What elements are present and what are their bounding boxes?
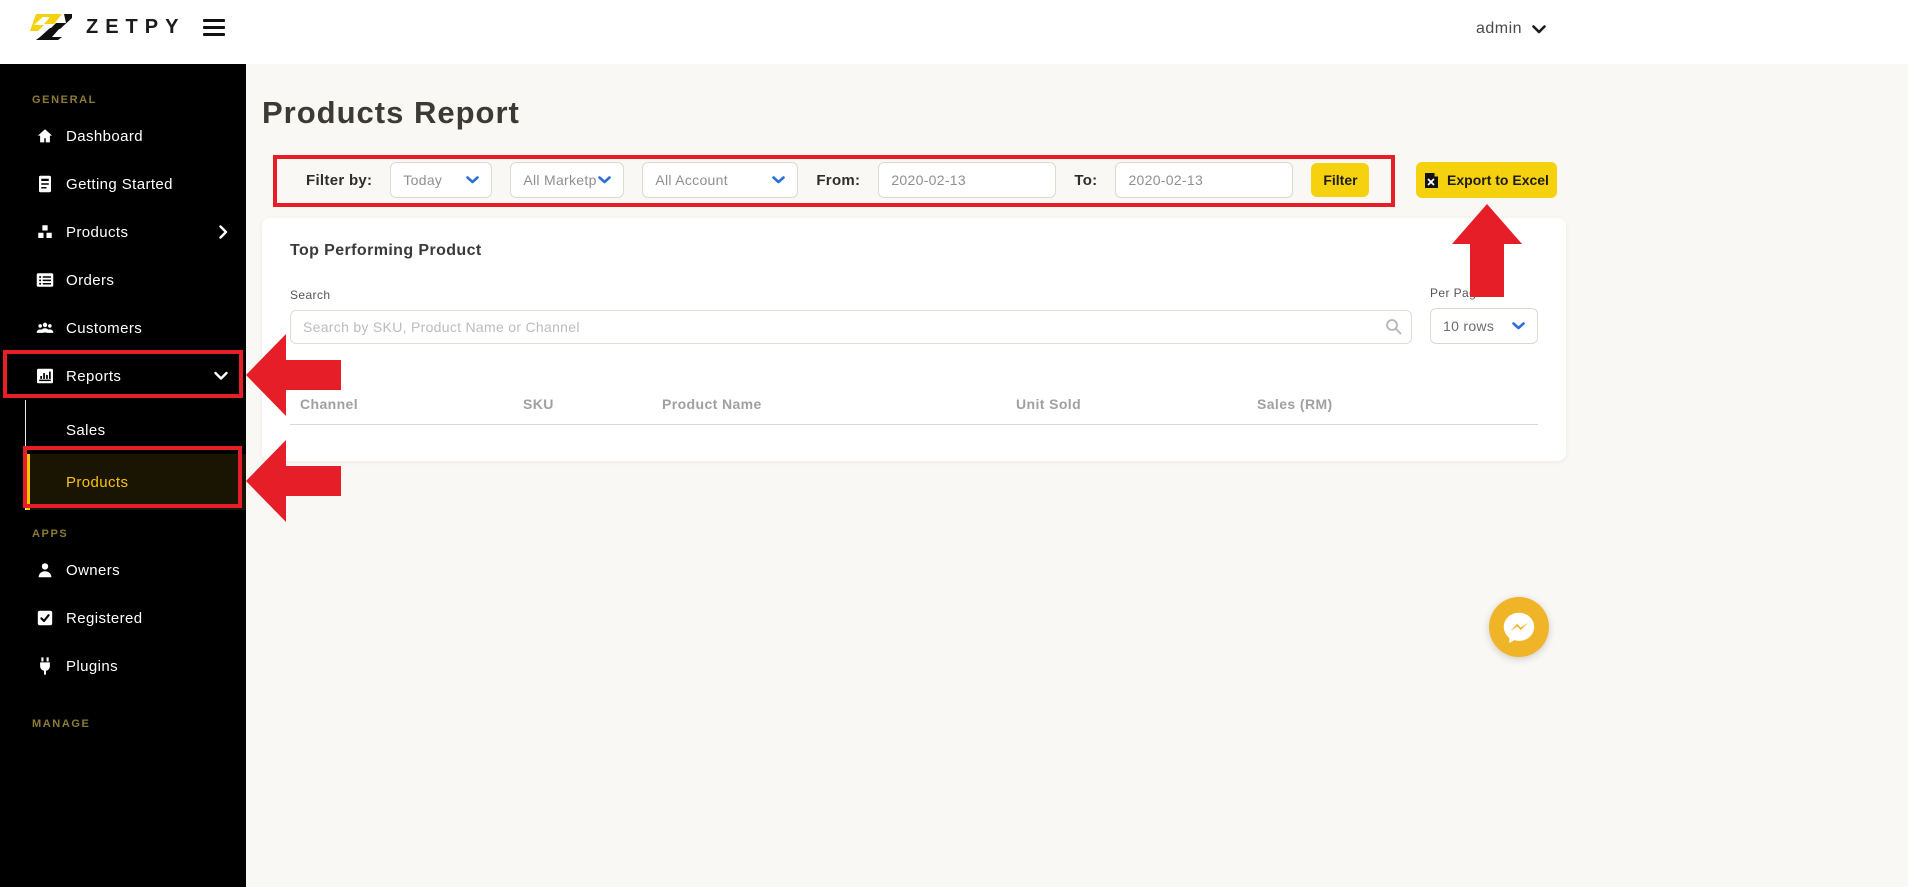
- submenu-item-label: Sales: [66, 421, 106, 439]
- person-icon: [36, 561, 54, 579]
- column-header-channel: Channel: [300, 396, 359, 412]
- export-to-excel-button[interactable]: Export to Excel: [1416, 162, 1557, 198]
- period-select-value: Today: [403, 172, 443, 188]
- page-title: Products Report: [262, 95, 520, 130]
- sidebar-item-label: Registered: [66, 609, 143, 627]
- sidebar-item-label: Customers: [66, 319, 143, 337]
- sidebar-item-customers[interactable]: Customers: [0, 304, 246, 352]
- per-page-label: Per Page: [1430, 286, 1484, 300]
- home-icon: [36, 127, 54, 145]
- period-select[interactable]: Today: [390, 162, 493, 198]
- sidebar-item-getting-started[interactable]: Getting Started: [0, 160, 246, 208]
- zetpy-logo-icon[interactable]: [30, 12, 72, 42]
- messenger-icon: [1500, 608, 1538, 646]
- to-date-input[interactable]: [1115, 162, 1294, 198]
- document-icon: [36, 175, 54, 193]
- chevron-down-icon: [466, 176, 480, 184]
- sidebar-item-label: Products: [66, 223, 129, 241]
- sidebar-item-registered[interactable]: Registered: [0, 594, 246, 642]
- sidebar-item-label: Reports: [66, 367, 122, 385]
- chevron-down-icon: [214, 371, 228, 381]
- products-report-page: ZETPY admin GENERAL Dashboard Getting St…: [0, 0, 1908, 887]
- submenu-item-products-active[interactable]: Products: [26, 454, 246, 510]
- sidebar-item-label: Owners: [66, 561, 121, 579]
- per-page-select[interactable]: 10 rows: [1430, 308, 1538, 344]
- submenu-item-label: Products: [66, 473, 129, 491]
- chevron-down-icon: [1512, 322, 1525, 330]
- sidebar-item-label: Plugins: [66, 657, 118, 675]
- chevron-down-icon: [1532, 24, 1546, 34]
- bar-chart-icon: [36, 367, 54, 385]
- column-header-unit-sold: Unit Sold: [1016, 396, 1082, 412]
- filter-button[interactable]: Filter: [1311, 163, 1370, 197]
- export-button-label: Export to Excel: [1447, 172, 1549, 188]
- sidebar-item-products[interactable]: Products: [0, 208, 246, 256]
- column-header-product-name: Product Name: [662, 396, 762, 412]
- brand-name: ZETPY: [86, 15, 186, 38]
- top-performing-product-card: Top Performing Product Search Per Page 1…: [262, 218, 1566, 461]
- account-select[interactable]: All Account: [642, 162, 799, 198]
- sidebar-item-label: Dashboard: [66, 127, 143, 145]
- sidebar-item-reports[interactable]: Reports: [0, 352, 246, 400]
- from-date-input[interactable]: [878, 162, 1057, 198]
- excel-file-icon: [1424, 172, 1439, 189]
- checkbox-checked-icon: [36, 609, 54, 627]
- per-page-select-value: 10 rows: [1443, 318, 1495, 334]
- submenu-item-sales[interactable]: Sales: [26, 406, 246, 454]
- marketplace-select[interactable]: All Marketp: [510, 162, 625, 198]
- account-select-value: All Account: [655, 172, 728, 188]
- people-group-icon: [36, 319, 54, 337]
- sidebar-item-owners[interactable]: Owners: [0, 546, 246, 594]
- to-label: To:: [1074, 171, 1098, 189]
- hamburger-menu-icon[interactable]: [199, 15, 229, 40]
- marketplace-select-value: All Marketp: [523, 172, 597, 188]
- filter-bar: Filter by: Today All Marketp All Account…: [306, 162, 1370, 198]
- sidebar-item-label: Getting Started: [66, 175, 173, 193]
- plug-icon: [36, 657, 54, 675]
- section-label-general: GENERAL: [32, 94, 97, 106]
- messenger-chat-button[interactable]: [1489, 597, 1549, 657]
- chevron-down-icon: [598, 176, 612, 184]
- card-title: Top Performing Product: [290, 242, 482, 259]
- filter-by-label: Filter by:: [306, 171, 373, 189]
- section-label-manage: MANAGE: [32, 718, 91, 730]
- sidebar: GENERAL Dashboard Getting Started Produc…: [0, 64, 246, 887]
- boxes-icon: [36, 223, 54, 241]
- list-icon: [36, 271, 54, 289]
- search-icon: [1385, 318, 1402, 340]
- chevron-right-icon: [219, 225, 228, 239]
- table-header-row: Channel SKU Product Name Unit Sold Sales…: [290, 396, 1538, 425]
- chevron-down-icon: [772, 176, 786, 184]
- search-input[interactable]: [290, 310, 1412, 344]
- user-menu[interactable]: admin: [1476, 20, 1546, 38]
- user-name: admin: [1476, 20, 1523, 37]
- from-label: From:: [816, 171, 861, 189]
- reports-submenu: Sales Products: [25, 400, 246, 510]
- sidebar-item-plugins[interactable]: Plugins: [0, 642, 246, 690]
- sidebar-item-dashboard[interactable]: Dashboard: [0, 112, 246, 160]
- section-label-apps: APPS: [32, 528, 69, 540]
- sidebar-item-orders[interactable]: Orders: [0, 256, 246, 304]
- column-header-sales-rm: Sales (RM): [1257, 396, 1333, 412]
- column-header-sku: SKU: [523, 396, 554, 412]
- search-label: Search: [290, 288, 331, 302]
- sidebar-item-label: Orders: [66, 271, 115, 289]
- top-header: ZETPY admin: [0, 0, 1908, 64]
